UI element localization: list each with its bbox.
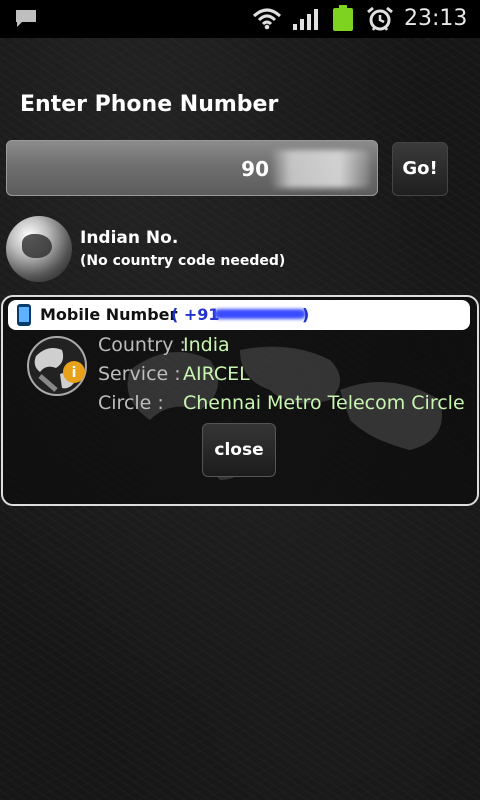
message-icon[interactable]: [14, 8, 38, 28]
redaction-blur: [270, 150, 370, 188]
phone-number-value: 90: [241, 157, 269, 181]
service-label: Service :: [98, 363, 181, 385]
globe-info-icon: i: [27, 336, 87, 396]
close-button[interactable]: close: [202, 423, 276, 477]
result-header-number-end: ): [302, 305, 310, 324]
circle-value: Chennai Metro Telecom Circle: [183, 392, 465, 414]
country-value: India: [183, 334, 230, 356]
alarm-icon: [367, 6, 393, 31]
info-title: Indian No.: [80, 228, 179, 248]
mobile-phone-icon: [17, 304, 31, 326]
go-button[interactable]: Go!: [392, 142, 448, 196]
info-subtitle: (No country code needed): [80, 253, 286, 269]
battery-icon: [333, 5, 353, 31]
number-redaction: [214, 309, 306, 319]
status-bar: 23:13: [0, 0, 480, 38]
service-value: AIRCEL: [183, 363, 250, 385]
circle-label: Circle :: [98, 392, 164, 414]
globe-icon: [6, 216, 72, 282]
wifi-icon: [252, 8, 282, 30]
signal-icon: [293, 9, 318, 30]
status-time: 23:13: [404, 6, 468, 31]
page-title: Enter Phone Number: [20, 92, 279, 117]
country-label: Country :: [98, 334, 186, 356]
svg-text:i: i: [72, 365, 77, 381]
result-header-label: Mobile Number: [40, 305, 178, 324]
